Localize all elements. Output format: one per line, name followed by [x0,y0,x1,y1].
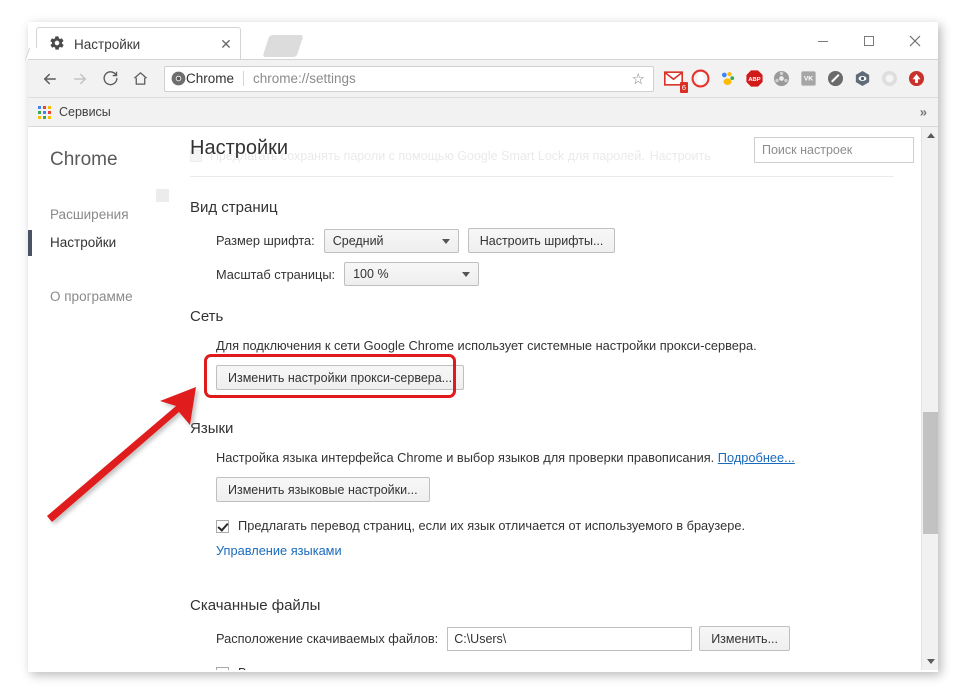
translate-offer-label: Предлагать перевод страниц, если их язык… [238,518,746,533]
forward-icon[interactable] [66,65,94,93]
window-controls [800,22,938,60]
languages-description: Настройка языка интерфейса Chrome и выбо… [190,449,918,466]
scroll-down-icon[interactable] [922,653,938,670]
red-upload-extension-icon[interactable] [903,65,930,93]
search-settings-input[interactable]: Поиск настроек [754,137,914,163]
customize-fonts-button[interactable]: Настроить шрифты... [467,228,616,253]
languages-description-text: Настройка языка интерфейса Chrome и выбо… [216,450,715,465]
page-zoom-select[interactable]: 100 % [344,262,480,286]
settings-sidebar: Chrome Расширения Настройки О программе [28,127,184,670]
reload-icon[interactable] [96,65,124,93]
proxy-button-wrap: Изменить настройки прокси-сервера... [190,354,918,398]
section-title-network: Сеть [190,308,224,325]
bookmark-label: Сервисы [59,105,111,119]
new-tab-button[interactable] [262,35,304,57]
close-icon[interactable]: ✕ [216,34,236,54]
tab-strip: Настройки ✕ [28,22,938,60]
sidebar-brand: Chrome [50,149,118,170]
close-window-icon[interactable] [892,24,938,58]
row-always-ask: Всегда указывать место для скачивания [190,665,918,670]
section-appearance: Вид страниц Размер шрифта: Средний Настр… [190,199,918,286]
row-translate-offer: Предлагать перевод страниц, если их язык… [190,518,918,533]
address-bar[interactable]: Chrome chrome://settings ☆ [164,65,654,92]
row-font-size: Размер шрифта: Средний Настроить шрифты.… [190,228,918,253]
colorful-paw-extension-icon[interactable] [714,65,741,93]
download-location-input[interactable]: C:\Users\ [447,626,693,651]
bookmark-apps-services[interactable]: Сервисы [38,105,111,119]
section-title-appearance: Вид страниц [190,199,278,216]
browser-window: Настройки ✕ Chrome chrome://settings ☆ 6… [28,22,938,672]
bookmarks-overflow-icon[interactable]: » [920,105,927,120]
eye-extension-icon[interactable] [849,65,876,93]
section-title-languages: Языки [190,420,234,437]
abp-label: ABP [748,77,760,83]
adblock-plus-extension-icon[interactable]: ABP [741,65,768,93]
home-icon[interactable] [126,65,154,93]
always-ask-label: Всегда указывать место для скачивания [238,665,478,670]
gear-icon [49,35,65,51]
download-location-label: Расположение скачиваемых файлов: [216,631,439,646]
font-size-value: Средний [332,233,384,248]
apps-grid-icon [38,105,51,119]
sidebar-item-extensions[interactable]: Расширения [28,201,184,229]
font-size-label: Размер шрифта: [216,233,315,248]
omnibox-origin: Chrome [186,71,235,86]
row-page-zoom: Масштаб страницы: 100 % [190,262,918,286]
manage-languages-link[interactable]: Управление языками [216,543,342,558]
header-divider [190,176,894,177]
scrollbar-thumb[interactable] [923,412,938,534]
video-downloader-extension-icon[interactable] [768,65,795,93]
manage-languages-row: Управление языками [190,542,918,559]
omnibox-separator [243,71,245,86]
sidebar-item-about[interactable]: О программе [28,283,184,311]
font-size-select[interactable]: Средний [323,228,459,253]
omnibox-url: chrome://settings [253,71,356,86]
bookmark-star-icon[interactable]: ☆ [632,70,647,88]
row-download-location: Расположение скачиваемых файлов: C:\User… [190,626,918,651]
opera-vpn-extension-icon[interactable] [687,65,714,93]
always-ask-checkbox[interactable] [216,667,229,670]
settings-main: Предлагать сохранять пароли с помощью Go… [184,127,938,670]
chevron-down-icon [441,238,450,244]
change-language-settings-button[interactable]: Изменить языковые настройки... [216,477,430,502]
tab-title: Настройки [74,36,141,52]
screenshot-root: Настройки ✕ Chrome chrome://settings ☆ 6… [0,0,969,699]
browser-tab-settings[interactable]: Настройки ✕ [36,27,241,60]
section-network: Сеть Для подключения к сети Google Chrom… [190,308,918,398]
translate-offer-checkbox[interactable] [216,520,229,533]
proxy-settings-button[interactable]: Изменить настройки прокси-сервера... [216,365,465,390]
back-icon[interactable] [36,65,64,93]
row-change-languages: Изменить языковые настройки... [190,477,918,502]
section-languages: Языки Настройка языка интерфейса Chrome … [190,420,918,559]
change-download-location-button[interactable]: Изменить... [699,626,790,651]
browser-toolbar: Chrome chrome://settings ☆ 6 ABP VK [28,60,938,98]
section-title-downloads: Скачанные файлы [190,597,321,614]
scroll-up-icon[interactable] [922,127,938,144]
chevron-down-icon [462,272,471,277]
page-zoom-value: 100 % [353,267,389,281]
settings-page: Chrome Расширения Настройки О программе … [28,127,938,670]
cloud-download-extension-icon[interactable] [876,65,903,93]
vk-label: VK [804,75,813,82]
minimize-icon[interactable] [800,24,846,58]
bookmarks-bar: Сервисы » [28,98,938,127]
languages-more-link[interactable]: Подробнее... [718,450,795,465]
gmail-extension-icon[interactable]: 6 [660,65,688,93]
extension-toolbar: 6 ABP VK [660,65,930,93]
sidebar-ghost-square [156,189,169,202]
dark-circle-extension-icon[interactable] [822,65,849,93]
section-downloads: Скачанные файлы Расположение скачиваемых… [190,597,918,670]
maximize-icon[interactable] [846,24,892,58]
page-zoom-label: Масштаб страницы: [216,266,336,282]
network-description: Для подключения к сети Google Chrome исп… [216,338,757,353]
chrome-logo-icon [171,71,186,86]
vk-extension-icon[interactable]: VK [795,65,822,93]
vertical-scrollbar[interactable] [921,127,938,670]
sidebar-item-settings[interactable]: Настройки [28,229,184,257]
